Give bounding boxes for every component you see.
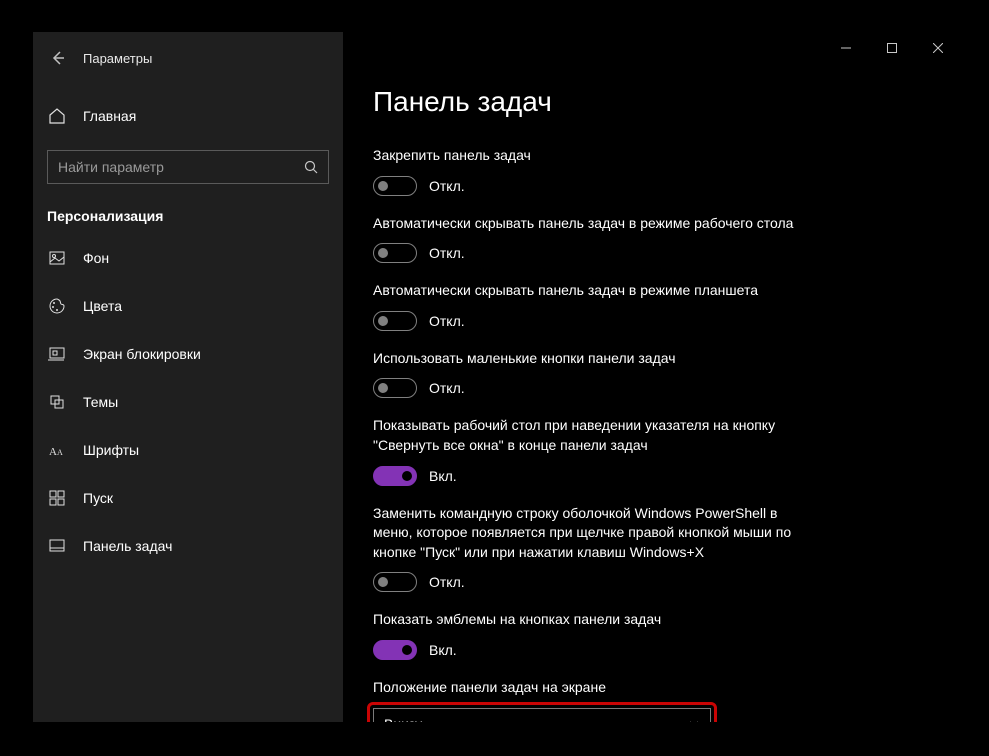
maximize-button[interactable] [869,32,915,64]
svg-text:A: A [49,446,57,458]
toggle-switch[interactable] [373,466,417,486]
setting-label: Показать эмблемы на кнопках панели задач [373,610,803,630]
toggle-switch[interactable] [373,243,417,263]
setting-label: Автоматически скрывать панель задач в ре… [373,214,803,234]
toggle-state-label: Откл. [429,380,465,396]
taskbar-icon [47,536,67,556]
sidebar-item-label: Фон [83,250,109,266]
maximize-icon [887,43,897,53]
svg-text:A: A [57,448,63,457]
setting-row: Показать эмблемы на кнопках панели задач… [373,610,803,660]
search-box[interactable] [47,150,329,184]
sidebar-item-start[interactable]: Пуск [33,474,343,522]
toggle-state-label: Откл. [429,178,465,194]
sidebar: Параметры Главная Персонализация Фон Цве… [33,32,343,722]
dropdown-label: Положение панели задач на экране [373,678,803,698]
sidebar-item-colors[interactable]: Цвета [33,282,343,330]
sidebar-item-label: Пуск [83,490,113,506]
setting-label: Закрепить панель задач [373,146,803,166]
toggle-switch[interactable] [373,378,417,398]
toggle-switch[interactable] [373,572,417,592]
toggle-state-label: Откл. [429,245,465,261]
toggle-state-label: Откл. [429,313,465,329]
content-pane: Панель задач Закрепить панель задач Откл.… [343,32,961,722]
start-icon [47,488,67,508]
home-icon [47,107,67,125]
dropdown-value: Внизу [384,716,422,722]
setting-label: Использовать маленькие кнопки панели зад… [373,349,803,369]
chevron-down-icon [688,718,700,722]
toggle-switch[interactable] [373,176,417,196]
setting-label: Показывать рабочий стол при наведении ук… [373,416,803,455]
sidebar-item-taskbar[interactable]: Панель задач [33,522,343,570]
toggle-state-label: Вкл. [429,642,457,658]
sidebar-item-label: Темы [83,394,118,410]
setting-label: Автоматически скрывать панель задач в ре… [373,281,803,301]
taskbar-position-dropdown[interactable]: Внизу [373,708,711,722]
back-button[interactable] [43,43,73,73]
sidebar-home[interactable]: Главная [33,96,343,136]
sidebar-home-label: Главная [83,108,136,124]
toggle-state-label: Вкл. [429,468,457,484]
setting-row: Автоматически скрывать панель задач в ре… [373,214,803,264]
sidebar-section-title: Персонализация [33,184,343,234]
toggle-state-label: Откл. [429,574,465,590]
setting-row: Использовать маленькие кнопки панели зад… [373,349,803,399]
sidebar-item-background[interactable]: Фон [33,234,343,282]
close-button[interactable] [915,32,961,64]
setting-row: Показывать рабочий стол при наведении ук… [373,416,803,485]
minimize-button[interactable] [823,32,869,64]
setting-row: Автоматически скрывать панель задач в ре… [373,281,803,331]
image-icon [47,248,67,268]
sidebar-item-fonts[interactable]: AA Шрифты [33,426,343,474]
minimize-icon [841,43,851,53]
app-title: Параметры [83,51,152,66]
sidebar-item-label: Цвета [83,298,122,314]
arrow-left-icon [50,50,66,66]
setting-row: Заменить командную строку оболочкой Wind… [373,504,803,593]
close-icon [933,43,943,53]
sidebar-item-label: Экран блокировки [83,346,201,362]
lockscreen-icon [47,344,67,364]
setting-row: Закрепить панель задач Откл. [373,146,803,196]
toggle-switch[interactable] [373,311,417,331]
search-input[interactable] [58,159,304,175]
themes-icon [47,392,67,412]
sidebar-item-lockscreen[interactable]: Экран блокировки [33,330,343,378]
sidebar-item-label: Шрифты [83,442,139,458]
sidebar-item-themes[interactable]: Темы [33,378,343,426]
settings-window: Параметры Главная Персонализация Фон Цве… [33,32,961,722]
sidebar-item-label: Панель задач [83,538,172,554]
search-icon [304,160,318,174]
palette-icon [47,296,67,316]
setting-label: Заменить командную строку оболочкой Wind… [373,504,803,563]
page-title: Панель задач [373,86,931,118]
fonts-icon: AA [47,440,67,460]
toggle-switch[interactable] [373,640,417,660]
